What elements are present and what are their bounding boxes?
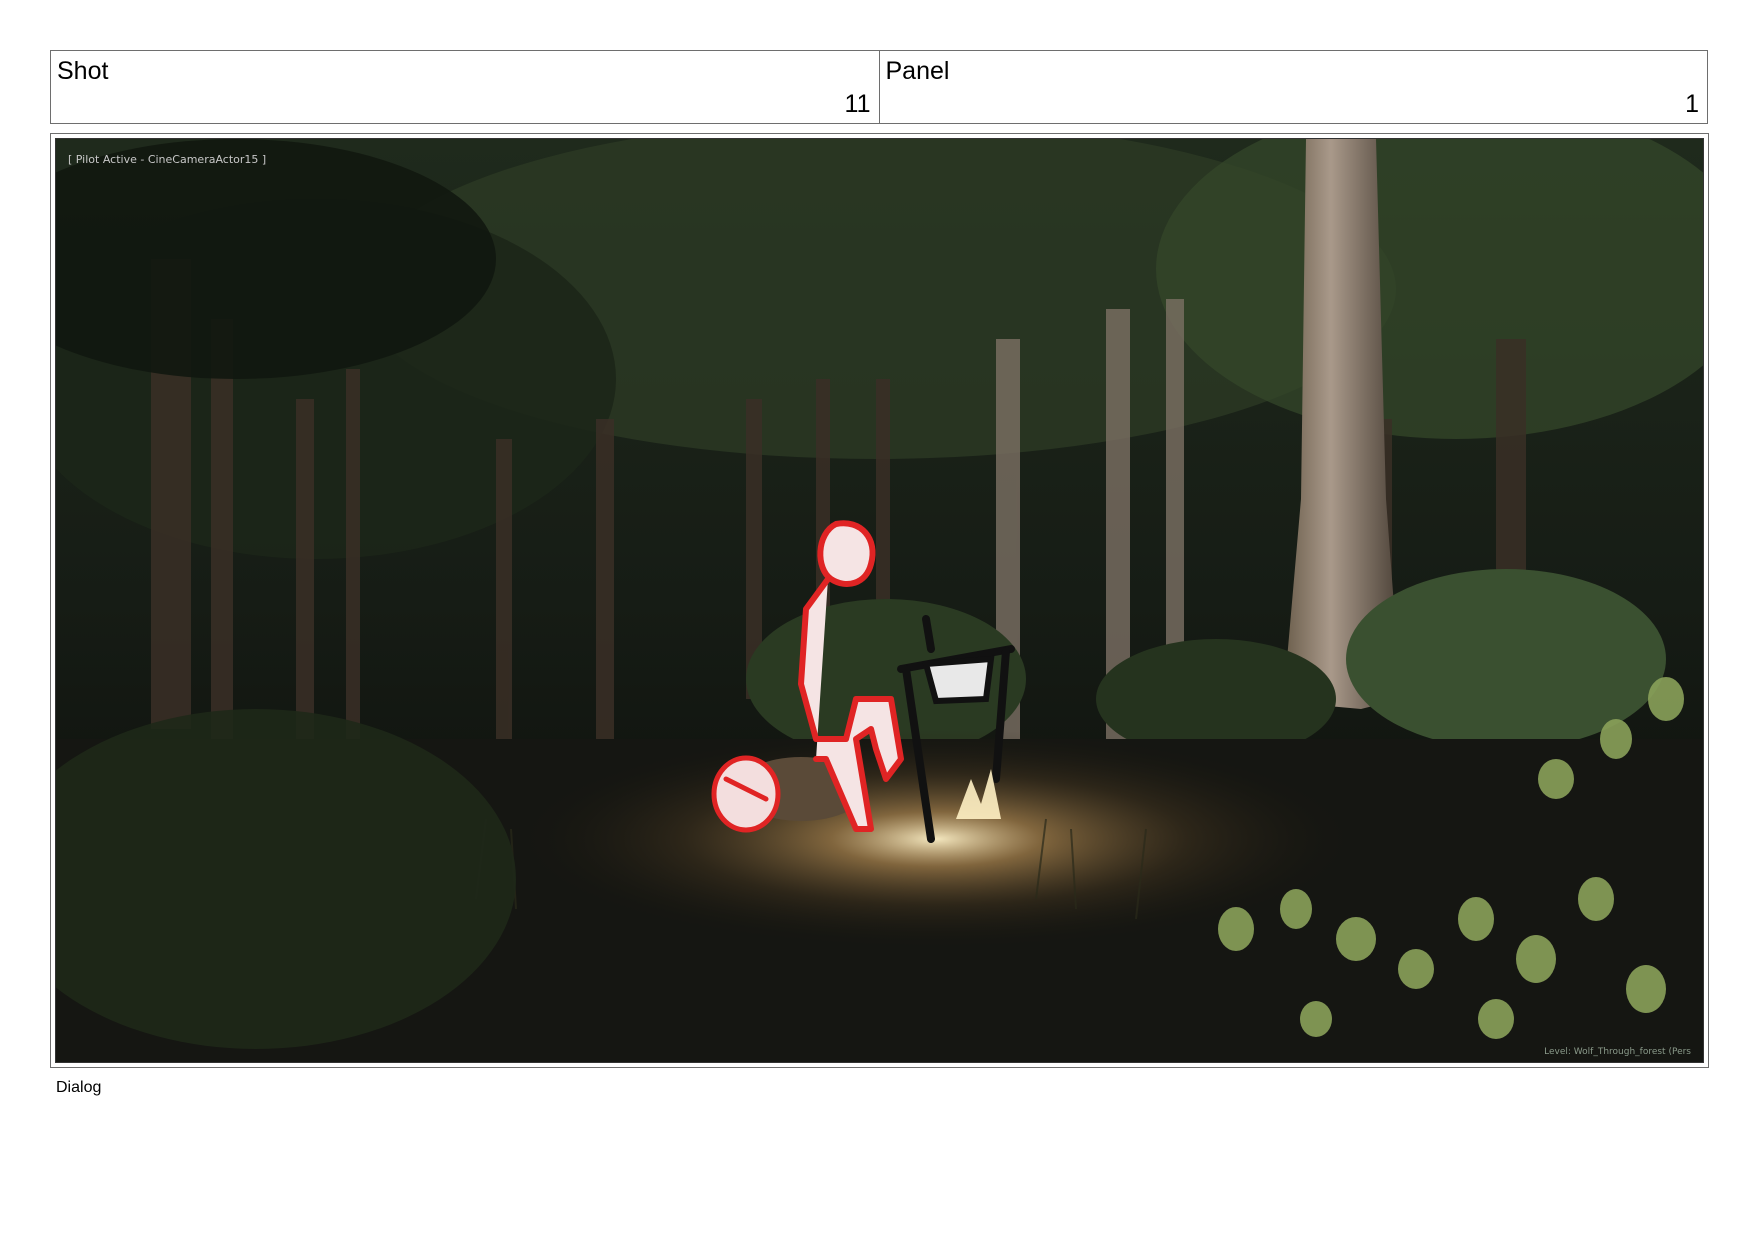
panel-number: 1: [1685, 90, 1699, 118]
dialog-label: Dialog: [56, 1079, 102, 1096]
panel-cell: Panel 1: [878, 51, 1708, 123]
shot-number: 11: [844, 90, 871, 118]
shot-label: Shot: [57, 57, 109, 85]
viewport-image: [ Pilot Active - CineCameraActor15 ] Lev…: [55, 138, 1704, 1063]
storyboard-frame: [ Pilot Active - CineCameraActor15 ] Lev…: [50, 133, 1709, 1068]
panel-label: Panel: [885, 57, 950, 85]
shot-cell: Shot 11: [51, 51, 879, 123]
forest-scene-illustration: [ Pilot Active - CineCameraActor15 ] Lev…: [56, 139, 1703, 1062]
pilot-active-label: [ Pilot Active - CineCameraActor15 ]: [68, 153, 266, 166]
level-name-label: Level: Wolf_Through_forest (Pers: [1544, 1047, 1691, 1057]
shot-panel-header: Shot 11 Panel 1: [50, 50, 1708, 124]
